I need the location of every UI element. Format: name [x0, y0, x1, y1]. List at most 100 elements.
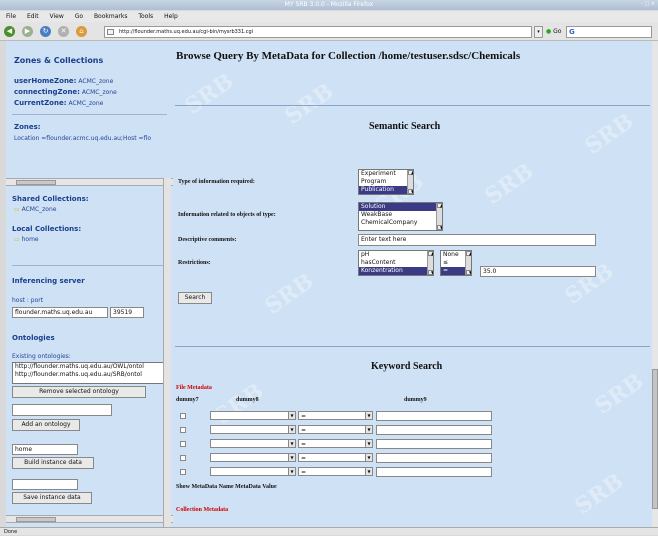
home-icon[interactable]: ⌂ [76, 26, 87, 37]
add-ontology-button[interactable]: Add an ontology [12, 419, 80, 431]
name-select[interactable]: ▼ [210, 439, 296, 448]
metadata-row: ▼ = ▼ [173, 453, 652, 465]
restriction-operator-listbox[interactable]: None ≤ = ▲ ▼ [440, 250, 472, 276]
listbox-scrollbar[interactable]: ▲ ▼ [436, 203, 442, 230]
shared-item[interactable]: ACMC_zone [22, 206, 57, 213]
forward-icon[interactable]: ▶ [22, 26, 33, 37]
stop-icon[interactable]: ✕ [58, 26, 69, 37]
left-top-hscrollbar[interactable] [6, 178, 173, 186]
operator-select[interactable]: = ▼ [298, 467, 373, 476]
type-option[interactable]: Experiment [359, 170, 413, 178]
type-option[interactable]: Program [359, 178, 413, 186]
window-controls[interactable]: - □ × [637, 1, 655, 8]
menu-bookmarks[interactable]: Bookmarks [94, 13, 128, 20]
save-instance-button[interactable]: Save instance data [12, 492, 92, 504]
ontology-item[interactable]: http://flounder.maths.uq.edu.au/SRB/onto… [13, 371, 169, 379]
row-checkbox[interactable] [180, 455, 186, 461]
menu-view[interactable]: View [50, 13, 64, 20]
search-input[interactable]: G [566, 26, 652, 38]
related-option-selected[interactable]: Solution [359, 203, 442, 211]
scroll-thumb[interactable] [16, 517, 56, 522]
menu-edit[interactable]: Edit [27, 13, 39, 20]
name-select[interactable]: ▼ [210, 467, 296, 476]
listbox-scrollbar[interactable]: ▲ ▼ [407, 170, 413, 194]
operator-select[interactable]: = ▼ [298, 453, 373, 462]
host-input[interactable]: flounder.maths.uq.edu.au [12, 307, 108, 318]
ontology-input[interactable] [12, 404, 112, 416]
left-bottom-hscrollbar[interactable] [6, 515, 173, 523]
save-instance-input[interactable] [12, 479, 78, 490]
comments-input[interactable]: Enter text here [358, 234, 596, 246]
window-title: MY SRB 3.0.0 - Mozilla Firefox [284, 1, 374, 8]
menu-tools[interactable]: Tools [138, 13, 153, 20]
user-home-label: userHomeZone: [14, 77, 77, 85]
chevron-down-icon: ▼ [365, 440, 372, 447]
scroll-up-icon[interactable]: ▲ [466, 251, 471, 256]
property-option[interactable]: pH [359, 251, 433, 259]
remove-ontology-button[interactable]: Remove selected ontology [12, 386, 146, 398]
chevron-down-icon: ▼ [288, 440, 295, 447]
srb-watermark: SRB [480, 158, 539, 210]
go-label: Go [553, 28, 562, 35]
scroll-thumb[interactable] [652, 369, 658, 509]
scroll-down-icon[interactable]: ▼ [408, 189, 413, 194]
search-button[interactable]: Search [178, 292, 212, 304]
ontology-item[interactable]: http://flounder.maths.uq.edu.au/OWL/onto… [13, 363, 169, 371]
related-option[interactable]: WeakBase [359, 211, 442, 219]
scroll-thumb[interactable] [16, 180, 56, 185]
operator-select[interactable]: = ▼ [298, 425, 373, 434]
related-listbox[interactable]: Solution WeakBase ChemicalCompany ▲ ▼ [358, 202, 443, 231]
go-button[interactable]: ● Go [546, 26, 561, 38]
row-checkbox[interactable] [180, 413, 186, 419]
restriction-property-listbox[interactable]: pH hasContent Konzentration ▲ ▼ [358, 250, 434, 276]
url-dropdown-icon[interactable]: ▾ [534, 26, 543, 38]
zone-location[interactable]: Location =flounder.acmc.uq.edu.au;Host =… [14, 135, 151, 142]
scroll-up-icon[interactable]: ▲ [408, 170, 413, 175]
main-vscrollbar[interactable] [652, 41, 658, 527]
value-input[interactable] [376, 425, 492, 435]
row-checkbox[interactable] [180, 469, 186, 475]
row-checkbox[interactable] [180, 441, 186, 447]
inferencing-title: Inferencing server [12, 277, 85, 285]
value-input[interactable] [376, 439, 492, 449]
operator-select[interactable]: = ▼ [298, 439, 373, 448]
row-checkbox[interactable] [180, 427, 186, 433]
back-icon[interactable]: ◀ [4, 26, 15, 37]
reload-icon[interactable]: ↻ [40, 26, 51, 37]
menu-go[interactable]: Go [75, 13, 83, 20]
related-option[interactable]: ChemicalCompany [359, 219, 442, 227]
value-input[interactable] [376, 467, 492, 477]
port-input[interactable]: 39519 [110, 307, 144, 318]
value-input[interactable] [376, 411, 492, 421]
listbox-scrollbar[interactable]: ▲ ▼ [465, 251, 471, 275]
metadata-row: ▼ = ▼ [173, 411, 652, 423]
listbox-scrollbar[interactable]: ▲ ▼ [427, 251, 433, 275]
search-engine-icon: G [569, 28, 575, 36]
restriction-value-input[interactable]: 35.0 [480, 266, 596, 277]
scroll-up-icon[interactable]: ▲ [428, 251, 433, 256]
url-input[interactable]: http://flounder.maths.uq.edu.au/cgi-bin/… [104, 26, 532, 38]
type-listbox[interactable]: Experiment Program Publication ▲ ▼ [358, 169, 414, 195]
operator-value: = [301, 455, 307, 462]
frame-divider-scrollbar[interactable] [163, 178, 171, 527]
build-instance-button[interactable]: Build instance data [12, 457, 94, 469]
name-select[interactable]: ▼ [210, 425, 296, 434]
menu-file[interactable]: File [6, 13, 16, 20]
metadata-row: ▼ = ▼ [173, 439, 652, 451]
scroll-down-icon[interactable]: ▼ [428, 270, 433, 275]
ontology-list[interactable]: http://flounder.maths.uq.edu.au/OWL/onto… [12, 362, 170, 384]
value-input[interactable] [376, 453, 492, 463]
operator-select[interactable]: = ▼ [298, 411, 373, 420]
instance-input[interactable]: home [12, 444, 78, 455]
name-select[interactable]: ▼ [210, 453, 296, 462]
scroll-down-icon[interactable]: ▼ [466, 270, 471, 275]
menu-help[interactable]: Help [164, 13, 178, 20]
scroll-up-icon[interactable]: ▲ [437, 203, 442, 208]
page-icon [107, 29, 114, 35]
property-option[interactable]: hasContent [359, 259, 433, 267]
type-option-selected[interactable]: Publication [359, 186, 413, 194]
property-option-selected[interactable]: Konzentration [359, 267, 433, 275]
scroll-down-icon[interactable]: ▼ [437, 225, 442, 230]
name-select[interactable]: ▼ [210, 411, 296, 420]
local-item[interactable]: home [22, 236, 39, 243]
